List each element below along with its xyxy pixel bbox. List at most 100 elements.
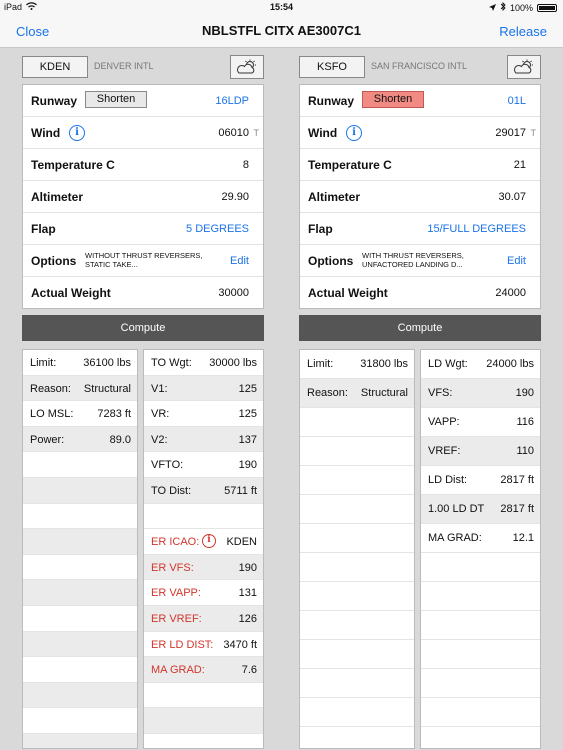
options-label: Options (308, 254, 354, 268)
table-row: MA GRAD: 7.6 (144, 657, 263, 683)
cloud-sun-icon (514, 59, 533, 74)
empty-row (300, 727, 414, 748)
departure-wind-row[interactable]: Wind i 06010 T (23, 117, 263, 149)
table-row: VR: 125 (144, 401, 263, 427)
weight-label: Actual Weight (31, 286, 111, 300)
arrival-runway-row[interactable]: Runway Shorten 01L (300, 85, 540, 117)
arrival-flap-row[interactable]: Flap 15/FULL DEGREES (300, 213, 540, 245)
departure-temp-row[interactable]: Temperature C 8 (23, 149, 263, 181)
flap-label: Flap (308, 222, 333, 236)
runway-label: Runway (308, 94, 355, 108)
empty-row (300, 437, 414, 466)
bluetooth-icon (500, 1, 506, 13)
empty-row (421, 640, 540, 669)
departure-weight-row[interactable]: Actual Weight 30000 (23, 277, 263, 309)
arrival-wind-value[interactable]: 29017 (495, 127, 526, 139)
empty-row (300, 553, 414, 582)
empty-row (23, 631, 137, 658)
departure-options-text: WITHOUT THRUST REVERSERS, STATIC TAKE... (85, 251, 203, 269)
table-row: VFS: 190 (421, 379, 540, 408)
info-icon[interactable]: i (346, 125, 362, 141)
page-title: NBLSTFL CITX AE3007C1 (202, 23, 361, 38)
departure-performance-panel: TO Wgt: 30000 lbs V1: 125 VR: 125 V2: 137 VF… (143, 349, 264, 749)
arrival-runway-value[interactable]: 01L (508, 95, 526, 107)
table-row: Limit: 36100 lbs (23, 350, 137, 376)
empty-row (300, 669, 414, 698)
departure-flap-row[interactable]: Flap 5 DEGREES (23, 213, 263, 245)
departure-altimeter-value[interactable]: 29.90 (221, 191, 249, 203)
empty-row (23, 477, 137, 504)
empty-row (421, 611, 540, 640)
table-row: ER VREF: 126 (144, 605, 263, 632)
table-row: Reason: Structural (23, 375, 137, 402)
wind-unit: T (253, 128, 260, 138)
er-info-icon[interactable]: i (202, 534, 216, 549)
empty-row (23, 580, 137, 606)
arrival-column: KSFO SAN FRANCISCO INTL Runway Shorten 0… (299, 55, 541, 749)
departure-flap-value[interactable]: 5 DEGREES (186, 223, 249, 235)
table-row: LO MSL: 7283 ft (23, 401, 137, 427)
departure-options-row[interactable]: Options WITHOUT THRUST REVERSERS, STATIC… (23, 245, 263, 277)
empty-row (23, 529, 137, 555)
departure-results: Limit: 36100 lbs Reason: Structural LO MSL… (22, 349, 264, 749)
arrival-weight-value[interactable]: 24000 (495, 287, 526, 299)
arrival-altimeter-value[interactable]: 30.07 (498, 191, 526, 203)
departure-runway-row[interactable]: Runway Shorten 16LDP (23, 85, 263, 117)
arrival-flap-value[interactable]: 15/FULL DEGREES (427, 223, 526, 235)
table-row: ER LD DIST: 3470 ft (144, 632, 263, 658)
arrival-results: Limit: 31800 lbs Reason: Structural LD Wgt… (299, 349, 541, 749)
empty-row (421, 582, 540, 611)
arrival-options-edit-button[interactable]: Edit (507, 255, 526, 267)
table-row: VAPP: 116 (421, 408, 540, 437)
empty-row (300, 408, 414, 437)
table-row: MA GRAD: 12.1 (421, 524, 540, 553)
departure-airport-row: KDEN DENVER INTL (22, 55, 264, 79)
departure-icao-field[interactable]: KDEN (22, 56, 88, 78)
empty-row (300, 698, 414, 727)
departure-altimeter-row[interactable]: Altimeter 29.90 (23, 181, 263, 213)
departure-wind-value[interactable]: 06010 (218, 127, 249, 139)
arrival-temp-value[interactable]: 21 (514, 159, 526, 171)
arrival-compute-button[interactable]: Compute (299, 315, 541, 341)
arrival-options-row[interactable]: Options WITH THRUST REVERSERS, UNFACTORE… (300, 245, 540, 277)
departure-shorten-button[interactable]: Shorten (85, 91, 147, 108)
departure-airport-name: DENVER INTL (94, 61, 154, 71)
table-row: ER VAPP: 131 (144, 580, 263, 606)
departure-runway-value[interactable]: 16LDP (215, 95, 249, 107)
empty-row (23, 555, 137, 581)
battery-percent: 100% (509, 2, 533, 13)
altimeter-label: Altimeter (31, 190, 84, 204)
info-icon[interactable]: i (69, 125, 85, 141)
wind-unit: T (530, 128, 537, 138)
arrival-temp-row[interactable]: Temperature C 21 (300, 149, 540, 181)
altimeter-label: Altimeter (308, 190, 361, 204)
empty-row (300, 640, 414, 669)
departure-compute-button[interactable]: Compute (22, 315, 264, 341)
departure-limits-panel: Limit: 36100 lbs Reason: Structural LO MSL… (22, 349, 138, 749)
empty-row (23, 682, 137, 709)
weight-label: Actual Weight (308, 286, 388, 300)
departure-temp-value[interactable]: 8 (243, 159, 249, 171)
arrival-weight-row[interactable]: Actual Weight 24000 (300, 277, 540, 309)
arrival-wind-row[interactable]: Wind i 29017 T (300, 117, 540, 149)
empty-row (421, 669, 540, 698)
arrival-icao-field[interactable]: KSFO (299, 56, 365, 78)
runway-label: Runway (31, 94, 78, 108)
arrival-weather-button[interactable] (507, 55, 541, 79)
arrival-altimeter-row[interactable]: Altimeter 30.07 (300, 181, 540, 213)
departure-weather-button[interactable] (230, 55, 264, 79)
release-button[interactable]: Release (499, 24, 547, 39)
empty-row (144, 708, 263, 734)
status-bar: iPad 15:54 100% (0, 0, 563, 16)
departure-weight-value[interactable]: 30000 (218, 287, 249, 299)
table-row: VREF: 110 (421, 437, 540, 466)
table-row: V2: 137 (144, 426, 263, 453)
table-row: ER ICAO: i KDEN (144, 529, 263, 555)
arrival-limits-panel: Limit: 31800 lbs Reason: Structural (299, 349, 415, 749)
arrival-shorten-button[interactable]: Shorten (362, 91, 424, 108)
temperature-label: Temperature C (308, 158, 392, 172)
departure-options-edit-button[interactable]: Edit (230, 255, 249, 267)
table-row: TO Dist: 5711 ft (144, 477, 263, 504)
table-row: Power: 89.0 (23, 426, 137, 453)
table-row: LD Wgt: 24000 lbs (421, 350, 540, 379)
